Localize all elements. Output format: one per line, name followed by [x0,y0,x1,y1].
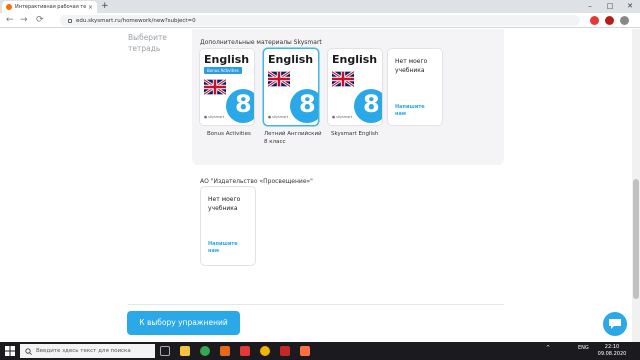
choose-workbook-label: Выберите тетрадь [128,33,167,53]
app-icon[interactable] [240,346,250,356]
tab-close-icon[interactable]: × [88,4,93,11]
publisher-section-title: АО "Издательство «Просвещение»" [200,178,313,185]
divider [128,304,504,305]
extension-icon[interactable] [590,16,599,25]
system-clock[interactable]: 22:10 09.08.2020 [596,344,628,358]
uk-flag-icon [332,70,354,88]
uk-flag-icon [204,78,226,96]
clock-date: 09.08.2020 [597,351,627,357]
new-tab-button[interactable]: + [101,1,109,12]
book-cover-title: English [332,53,378,66]
no-book-title: Нет моего учебника [208,196,241,212]
book-cover-title: English [268,53,314,66]
app-icon[interactable] [220,346,230,356]
chrome-icon[interactable] [200,346,210,356]
book-label: Bonus Activities [207,131,251,137]
publisher-logo: ● skysmart [268,115,289,119]
book-card-summer-english[interactable]: English 8 ● skysmart [264,49,318,125]
book-label: Skysmart English [331,131,379,137]
extension-icon[interactable] [605,16,614,25]
section-title: Дополнительные материалы Skysmart [200,39,322,46]
lock-icon [68,18,72,23]
page-scrollbar[interactable] [632,29,640,342]
chat-button[interactable] [603,312,627,336]
tray-chevron-icon[interactable]: ^ [546,345,550,351]
go-to-exercises-button[interactable]: К выбору упражнений [127,311,240,335]
write-us-link[interactable]: Напишите нам [395,104,431,118]
window-close-button[interactable]: ✕ [620,0,640,13]
task-view-icon[interactable] [160,346,170,356]
search-placeholder: Введите здесь текст для поиска [36,348,131,354]
browser-tab[interactable]: Интерактивная рабочая тетрадь × [2,1,97,13]
book-card-bonus-activities[interactable]: English Bonus Activities 8 ● skysmart [200,49,254,125]
reload-button[interactable]: ⟳ [36,14,44,26]
url-text: edu.skysmart.ru/homework/new?subject=0 [76,17,196,24]
minimize-button[interactable]: – [580,0,600,13]
profile-avatar[interactable] [620,16,629,25]
book-cover-badge: Bonus Activities [204,67,242,74]
book-label: Летний Английский 8 класс [264,131,322,145]
book-card-skysmart-english[interactable]: English 8 ● skysmart [328,49,382,125]
scroll-thumb[interactable] [633,179,639,299]
uk-flag-icon [268,70,290,88]
no-book-card[interactable]: Нет моего учебника Напишите нам [388,49,442,125]
clock-time: 22:10 [604,344,620,350]
book-cover-title: English [204,53,250,66]
windows-start-icon[interactable] [5,346,15,356]
file-explorer-icon[interactable] [180,346,190,356]
taskbar-search-input[interactable]: Введите здесь текст для поиска [20,344,155,358]
address-toolbar: ← → ⟳ edu.skysmart.ru/homework/new?subje… [0,13,640,28]
page-content: Выберите тетрадь Дополнительные материал… [0,29,632,342]
additional-materials-panel: Дополнительные материалы Skysmart Englis… [192,29,504,165]
no-book-title: Нет моего учебника [395,58,428,74]
book-grade-number: 8 [235,90,252,118]
site-favicon-icon [6,4,12,10]
app-icon[interactable] [300,346,310,356]
app-icon[interactable] [260,346,270,356]
book-grade-number: 8 [299,90,316,118]
forward-button[interactable]: → [20,14,28,26]
url-bar[interactable]: edu.skysmart.ru/homework/new?subject=0 [60,15,580,26]
no-book-card[interactable]: Нет моего учебника Напишите нам [201,187,255,265]
search-icon [25,347,32,355]
chat-bubble-icon [609,319,621,329]
publisher-logo: ● skysmart [332,115,353,119]
maximize-button[interactable]: □ [600,0,620,13]
browser-tab-strip: Интерактивная рабочая тетрадь × + – □ ✕ [0,0,640,13]
acrobat-icon[interactable] [280,346,290,356]
back-button[interactable]: ← [6,14,14,26]
tab-title: Интерактивная рабочая тетрадь [15,4,86,10]
taskbar: Введите здесь текст для поиска ^ ENG 22:… [0,342,640,360]
book-grade-number: 8 [363,90,380,118]
publisher-logo: ● skysmart [204,115,225,119]
write-us-link[interactable]: Напишите нам [208,241,244,255]
input-language[interactable]: ENG [578,345,589,351]
